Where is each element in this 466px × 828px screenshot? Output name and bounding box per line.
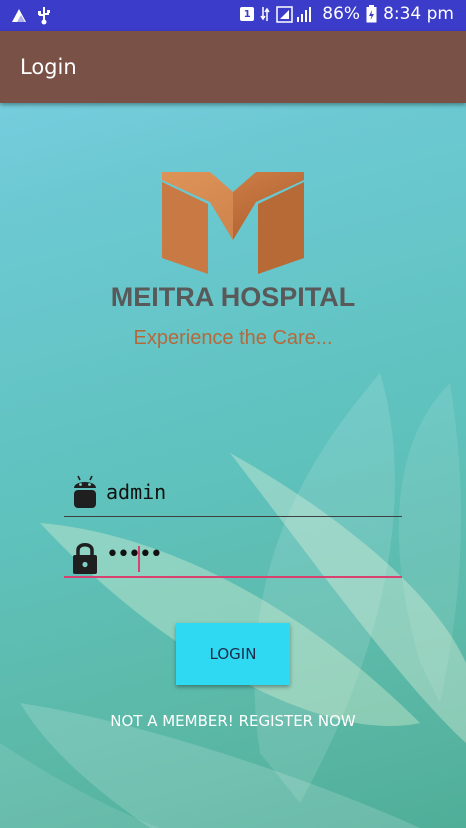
tagline: Experience the Care... xyxy=(133,327,333,349)
usb-icon xyxy=(38,7,50,25)
register-link[interactable]: NOT A MEMBER! REGISTER NOW xyxy=(0,712,466,730)
login-screen: 1 86% 8:34 pm Login MEITRA HOSPITAL Expe… xyxy=(0,0,466,828)
data-icon xyxy=(260,7,270,21)
password-field[interactable]: ••••• xyxy=(64,536,402,578)
username-field[interactable]: admin xyxy=(64,470,402,517)
battery-icon xyxy=(366,5,377,23)
app-bar-title: Login xyxy=(20,55,77,79)
signal-icon xyxy=(276,6,312,23)
password-value: ••••• xyxy=(106,542,163,567)
hospital-name: MEITRA HOSPITAL xyxy=(110,282,356,312)
login-button[interactable]: LOGIN xyxy=(176,623,290,685)
sim-icon: 1 xyxy=(240,7,255,21)
status-left xyxy=(10,5,52,25)
app-bar: Login xyxy=(0,31,466,103)
battery-percent: 86% xyxy=(322,4,361,24)
lock-icon xyxy=(73,543,97,574)
hospital-logo xyxy=(162,172,304,274)
notification-icon xyxy=(12,9,26,22)
status-right: 1 86% 8:34 pm xyxy=(240,4,454,24)
android-icon xyxy=(74,475,96,508)
clock: 8:34 pm xyxy=(383,4,454,24)
text-cursor xyxy=(138,546,140,572)
status-bar: 1 86% 8:34 pm xyxy=(0,0,466,31)
username-value: admin xyxy=(106,480,167,504)
